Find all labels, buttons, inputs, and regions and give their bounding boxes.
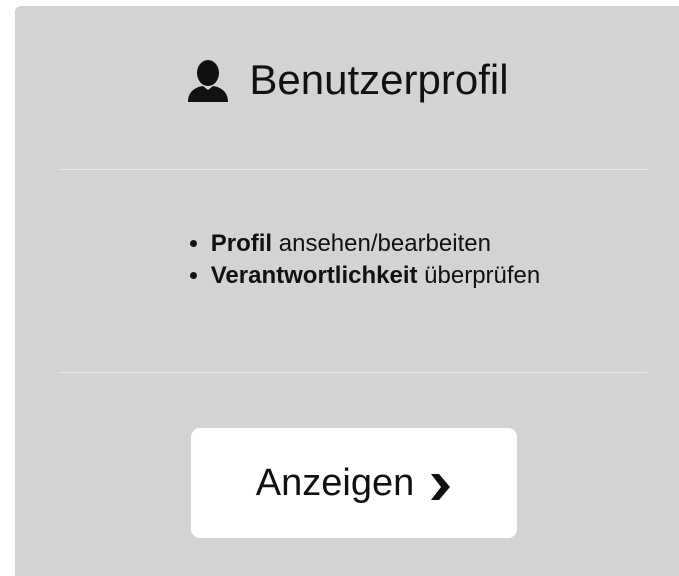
show-profile-button[interactable]: Anzeigen	[191, 428, 517, 538]
button-label: Anzeigen	[255, 461, 415, 504]
feature-name: Profil	[210, 230, 273, 257]
feature-description: ansehen/bearbeiten	[278, 230, 491, 257]
card-header: Benutzerprofil	[15, 54, 679, 106]
feature-description: überprüfen	[424, 262, 541, 289]
feature-list: Profil ansehen/bearbeiten Verantwortlich…	[15, 228, 679, 292]
feature-name: Verantwortlichkeit	[210, 262, 418, 289]
user-profile-card: Benutzerprofil Profil ansehen/bearbeiten…	[15, 6, 679, 576]
divider	[59, 372, 647, 373]
chevron-right-icon	[428, 469, 452, 500]
card-title: Benutzerprofil	[249, 56, 509, 103]
list-item: Profil ansehen/bearbeiten	[211, 228, 541, 260]
user-icon	[185, 58, 231, 104]
list-item: Verantwortlichkeit überprüfen	[211, 260, 541, 292]
divider	[59, 169, 647, 170]
